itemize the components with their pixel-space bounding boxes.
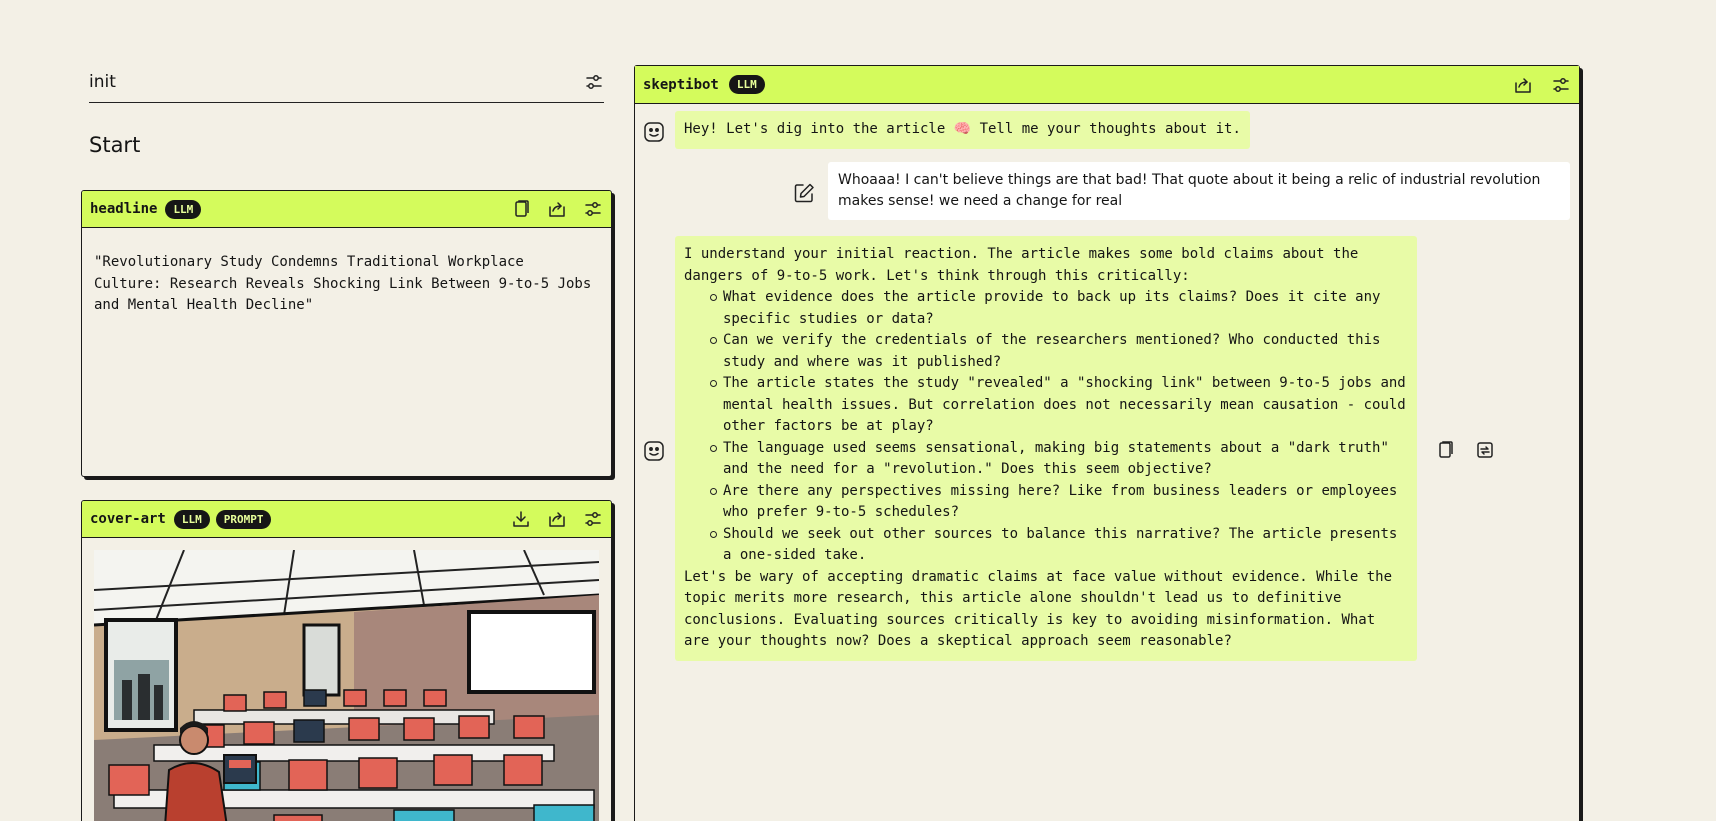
list-item: What evidence does the article provide t… xyxy=(710,287,1408,330)
llm-badge: LLM xyxy=(728,75,765,94)
init-title: init xyxy=(89,72,116,92)
sliders-icon[interactable] xyxy=(583,509,603,529)
card-name: cover-art xyxy=(90,511,166,527)
sliders-icon[interactable] xyxy=(584,72,604,92)
headline-text: "Revolutionary Study Condemns Traditiona… xyxy=(94,254,600,313)
list-item: The article states the study "revealed" … xyxy=(710,373,1408,438)
chat-name: skeptibot xyxy=(643,76,719,93)
bot-face-icon xyxy=(644,122,664,142)
bot-message-greeting: Hey! Let's dig into the article 🧠 Tell m… xyxy=(675,111,1250,149)
regenerate-icon[interactable] xyxy=(1475,440,1495,460)
headline-card: headline LLM "Revolutionary Study Condem… xyxy=(81,190,612,477)
cover-art-card: cover-art LLM PROMPT xyxy=(81,500,612,821)
sliders-icon[interactable] xyxy=(583,199,603,219)
bot-face-icon xyxy=(644,441,664,461)
reply-points-list: What evidence does the article provide t… xyxy=(684,287,1408,567)
llm-badge: LLM xyxy=(173,509,210,529)
edit-icon[interactable] xyxy=(793,182,815,204)
export-icon[interactable] xyxy=(547,509,567,529)
start-heading: Start xyxy=(89,133,141,157)
download-icon[interactable] xyxy=(511,509,531,529)
bot-message-reply: I understand your initial reaction. The … xyxy=(675,236,1417,661)
export-icon[interactable] xyxy=(1513,75,1533,95)
reply-intro: I understand your initial reaction. The … xyxy=(684,246,1359,284)
skeptibot-chat-panel: skeptibot LLM Hey! Let's dig into the ar… xyxy=(634,65,1580,821)
init-row: init xyxy=(89,66,604,103)
list-item: The language used seems sensational, mak… xyxy=(710,438,1408,481)
copy-icon[interactable] xyxy=(1435,440,1455,460)
sliders-icon[interactable] xyxy=(1551,75,1571,95)
cover-card-header: cover-art LLM PROMPT xyxy=(82,501,611,538)
chat-header: skeptibot LLM xyxy=(635,66,1579,104)
list-item: Should we seek out other sources to bala… xyxy=(710,524,1408,567)
export-icon[interactable] xyxy=(547,199,567,219)
reply-outro: Let's be wary of accepting dramatic clai… xyxy=(684,568,1393,650)
list-item: Are there any perspectives missing here?… xyxy=(710,481,1408,524)
llm-badge: LLM xyxy=(165,199,202,219)
headline-card-header: headline LLM xyxy=(82,191,611,228)
office-illustration xyxy=(94,550,599,821)
prompt-badge: PROMPT xyxy=(215,509,272,529)
copy-icon[interactable] xyxy=(511,199,531,219)
card-name: headline xyxy=(90,201,158,217)
user-message: Whoaaa! I can't believe things are that … xyxy=(828,162,1570,220)
list-item: Can we verify the credentials of the res… xyxy=(710,330,1408,373)
